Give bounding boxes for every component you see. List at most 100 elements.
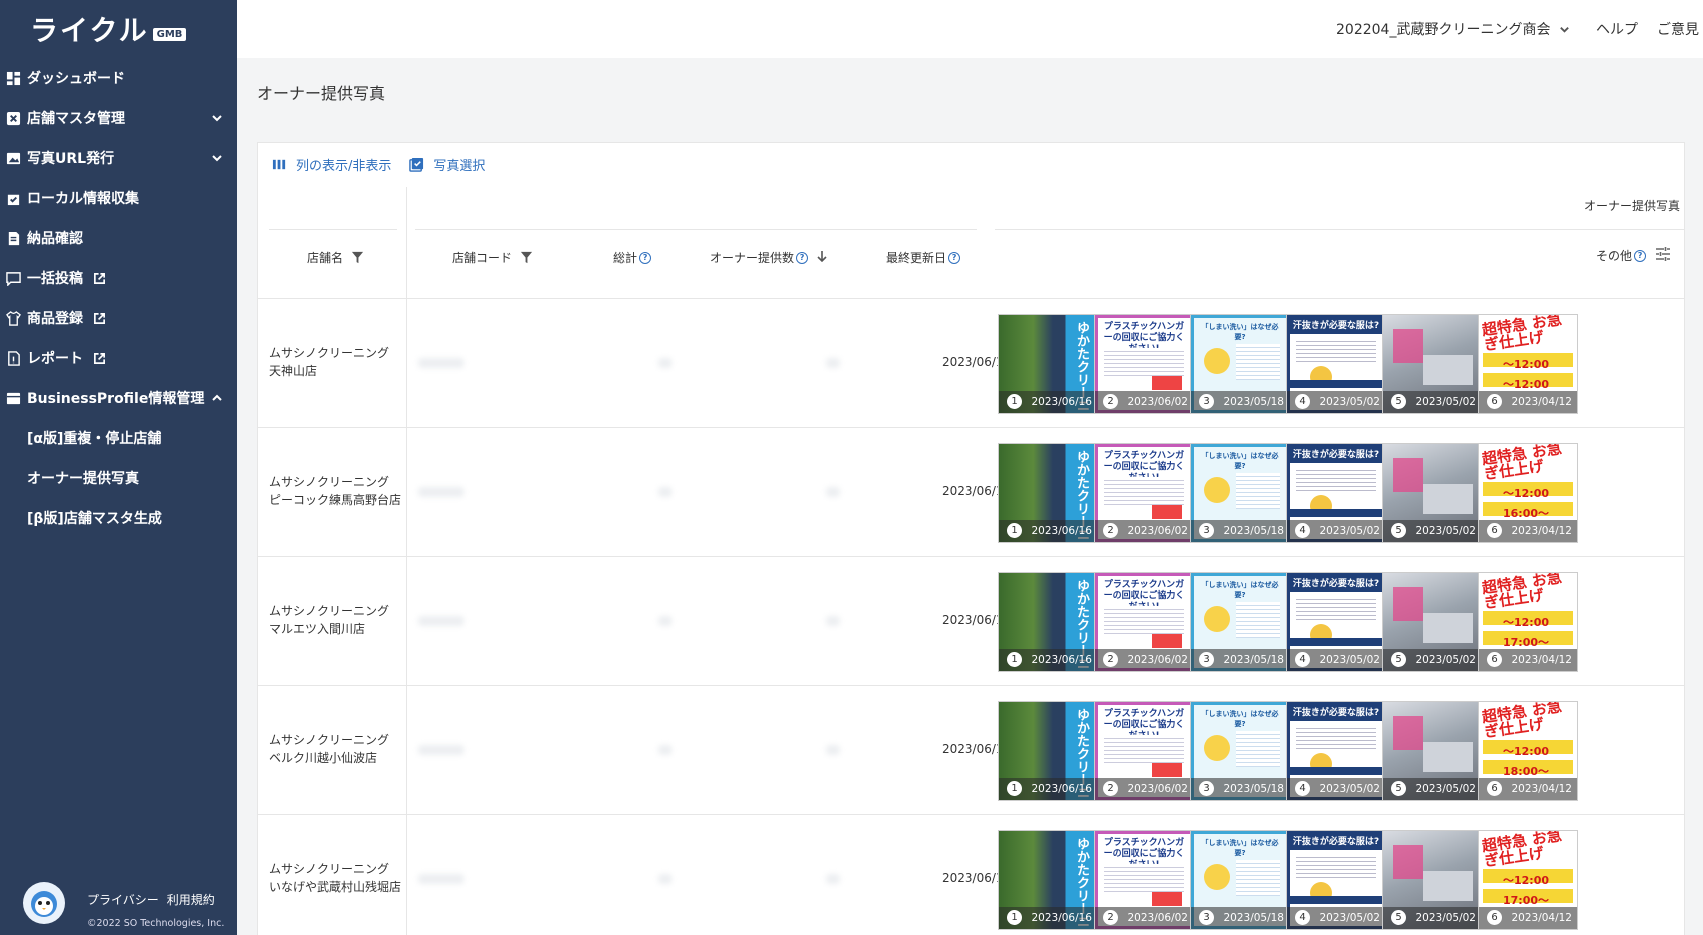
photo-date: 2023/05/18 [1223,396,1284,408]
column-toggle-button[interactable]: 列の表示/非表示 [272,155,391,174]
owner-photo-thumbnail[interactable]: 超特急 お急ぎ仕上げ 〜12:00 18:00〜 6 2023/04/12 [1478,701,1578,801]
owner-photo-thumbnail[interactable]: ゆかたクリーニ 1 2023/06/16 [998,314,1098,414]
dashboard-icon [6,71,21,86]
column-header-last-updated[interactable]: 最終更新日 ? [886,249,961,266]
settings-sliders-icon[interactable] [1646,245,1672,266]
column-header-total[interactable]: 総計 ? [613,249,652,266]
logo[interactable]: ライクル GMB [0,0,237,58]
owner-photo-thumbnail[interactable]: ゆかたクリーニ 1 2023/06/16 [998,572,1098,672]
owner-photo-thumbnail[interactable]: ゆかたクリーニ 1 2023/06/16 [998,830,1098,930]
column-header-store-name[interactable]: 店舗名 [307,249,364,266]
table-row[interactable]: ムサシノクリーニング マルエツ入間川店 2023/06/16 ゆかたクリーニ 1 2023… [258,557,1684,686]
owner-photo-thumbnail[interactable]: 「しまい洗い」はなぜ必要? 3 2023/05/18 [1190,701,1290,801]
photo-caption: 〜12:00 [1503,616,1550,629]
store-code-masked [418,874,464,884]
sidebar-subitem-duplicate-stores[interactable]: [α版]重複・停止店舗 [0,418,237,458]
sidebar-subitem-store-master-generate[interactable]: [β版]店舗マスタ生成 [0,498,237,538]
table-row[interactable]: ムサシノクリーニング ピーコック練馬高野台店 2023/06/16 ゆかたクリーニ 1 2… [258,428,1684,557]
sidebar-item-report[interactable]: レポート [0,338,237,378]
help-icon[interactable]: ? [796,251,809,264]
owner-photo-thumbnail[interactable]: 超特急 お急ぎ仕上げ 〜12:00 16:00〜 6 2023/04/12 [1478,443,1578,543]
owner-photo-thumbnail[interactable]: プラスチックハンガーの回収にご協力ください!22023/06/02 [1094,830,1194,930]
document-icon [6,231,21,246]
photo-caption: 汗抜きが必要な服は? [1290,576,1382,592]
sort-desc-icon[interactable] [808,250,828,265]
table-row[interactable]: ムサシノクリーニング 天神山店 2023/06/16 ゆかたクリーニ 1 2023/06/… [258,299,1684,428]
sidebar-item-local-info[interactable]: ローカル情報収集 [0,178,237,218]
owner-photo-thumbnail[interactable]: 「しまい洗い」はなぜ必要? 3 2023/05/18 [1190,443,1290,543]
store-code-masked [418,616,464,626]
owner-photo-thumbnail[interactable]: 5 2023/05/02 [1382,830,1482,930]
help-icon[interactable]: ? [948,251,961,264]
sidebar-subitem-label: [α版]重複・停止店舗 [27,431,162,447]
photo-number: 4 [1295,523,1310,538]
group-header-owner-photos: オーナー提供写真 [1584,199,1681,213]
owner-photo-thumbnail[interactable]: 汗抜きが必要な服は? 4 2023/05/02 [1286,572,1386,672]
account-selector[interactable]: 202204_武蔵野クリーニング商会 [1336,19,1570,39]
store-name-line2: 天神山店 [269,364,318,378]
column-header-store-code[interactable]: 店舗コード [452,249,533,266]
logo-text: ライクル [30,14,149,47]
owner-photo-thumbnail[interactable]: プラスチックハンガーの回収にご協力ください!22023/06/02 [1094,701,1194,801]
sidebar-item-product[interactable]: 商品登録 [0,298,237,338]
photo-caption: 汗抜きが必要な服は? [1290,705,1382,721]
owner-photo-thumbnail[interactable]: 汗抜きが必要な服は? 4 2023/05/02 [1286,314,1386,414]
owner-photo-thumbnail[interactable]: 汗抜きが必要な服は? 4 2023/05/02 [1286,701,1386,801]
owner-photo-thumbnail[interactable]: 汗抜きが必要な服は? 4 2023/05/02 [1286,830,1386,930]
image-icon [6,151,21,166]
owner-photo-thumbnail[interactable]: プラスチックハンガーの回収にご協力ください!22023/06/02 [1094,314,1194,414]
sidebar-footer: プライバシー 利用規約 ©2022 SO Technologies, Inc. [0,865,237,935]
owner-photo-thumbnail[interactable]: 超特急 お急ぎ仕上げ 〜12:00 〜12:00 6 2023/04/12 [1478,314,1578,414]
sidebar-item-photo-url[interactable]: 写真URL発行 [0,138,237,178]
photo-number: 6 [1487,394,1502,409]
table-row[interactable]: ムサシノクリーニング ベルク川越小仙波店 2023/06/16 ゆかたクリーニ 1 202… [258,686,1684,815]
photo-date: 2023/04/12 [1511,396,1572,408]
sidebar-item-store-master[interactable]: 店舗マスタ管理 [0,98,237,138]
filter-icon[interactable] [520,251,533,264]
owner-photo-thumbnail[interactable]: 「しまい洗い」はなぜ必要? 3 2023/05/18 [1190,572,1290,672]
owner-photo-thumbnail[interactable]: 5 2023/05/02 [1382,572,1482,672]
photo-date: 2023/04/12 [1511,912,1572,924]
sidebar-item-bulk-post[interactable]: 一括投稿 [0,258,237,298]
owner-photo-thumbnail[interactable]: 5 2023/05/02 [1382,314,1482,414]
shirt-icon [6,310,21,326]
owner-photo-thumbnail[interactable]: 汗抜きが必要な服は? 4 2023/05/02 [1286,443,1386,543]
photo-number: 5 [1391,394,1406,409]
photo-date: 2023/06/16 [1031,912,1092,924]
logo-badge: GMB [152,27,187,41]
external-link-icon [93,352,106,365]
sidebar-subitem-owner-photos[interactable]: オーナー提供写真 [0,458,237,498]
terms-link[interactable]: 利用規約 [167,893,215,907]
owner-photo-thumbnail[interactable]: 超特急 お急ぎ仕上げ 〜12:00 17:00〜 6 2023/04/12 [1478,830,1578,930]
total-masked [658,745,672,755]
owner-photo-thumbnail[interactable]: 「しまい洗い」はなぜ必要? 3 2023/05/18 [1190,314,1290,414]
owner-photo-thumbnail[interactable]: ゆかたクリーニ 1 2023/06/16 [998,443,1098,543]
privacy-link[interactable]: プライバシー [87,893,159,907]
photo-select-button[interactable]: 写真選択 [409,155,485,174]
sidebar-item-dashboard[interactable]: ダッシュボード [0,58,237,98]
owner-photo-thumbnail[interactable]: 5 2023/05/02 [1382,443,1482,543]
help-icon[interactable]: ? [1634,249,1647,262]
help-icon[interactable]: ? [639,251,652,264]
photo-caption: 超特急 お急ぎ仕上げ [1480,830,1563,871]
filter-icon[interactable] [351,251,364,264]
sidebar-item-delivery[interactable]: 納品確認 [0,218,237,258]
help-link[interactable]: ヘルプ [1596,19,1638,39]
photo-date: 2023/05/02 [1319,912,1380,924]
photo-caption: 17:00〜 [1503,894,1550,907]
feedback-link[interactable]: ご意見 [1657,19,1699,39]
owner-photo-thumbnail[interactable]: 超特急 お急ぎ仕上げ 〜12:00 17:00〜 6 2023/04/12 [1478,572,1578,672]
sidebar-item-business-profile[interactable]: BusinessProfile情報管理 [0,378,237,418]
owner-photo-thumbnail[interactable]: 5 2023/05/02 [1382,701,1482,801]
column-header-other[interactable]: その他 ? [1596,245,1672,266]
owner-photo-thumbnail[interactable]: プラスチックハンガーの回収にご協力ください!22023/06/02 [1094,572,1194,672]
column-label: 店舗コード [452,251,513,265]
photo-number: 4 [1295,781,1310,796]
owner-photo-thumbnail[interactable]: 「しまい洗い」はなぜ必要? 3 2023/05/18 [1190,830,1290,930]
sidebar-item-label: 納品確認 [27,231,83,247]
column-label: 最終更新日 [886,251,947,265]
owner-photo-thumbnail[interactable]: ゆかたクリーニ 1 2023/06/16 [998,701,1098,801]
owner-photo-thumbnail[interactable]: プラスチックハンガーの回収にご協力ください!22023/06/02 [1094,443,1194,543]
table-row[interactable]: ムサシノクリーニング いなげや武蔵村山残堀店 2023/06/16 ゆかたクリーニ 1 2… [258,815,1684,935]
column-header-owner-count[interactable]: オーナー提供数 ? [710,249,828,266]
